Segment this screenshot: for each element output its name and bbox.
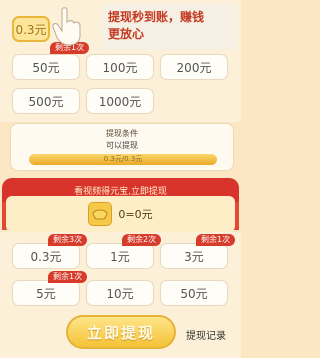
tooltip-line-1: 提现秒到账，赚钱 bbox=[108, 10, 205, 24]
remaining-badge: 剩余3次 bbox=[48, 234, 88, 246]
amount-label: 1元 bbox=[110, 249, 130, 264]
amount-option-3[interactable]: 3元 bbox=[160, 243, 228, 269]
withdraw-record-link[interactable]: 提现记录 bbox=[186, 327, 226, 342]
withdraw-condition-card: 提现条件 可以提现 0.3元/0.3元 bbox=[10, 123, 234, 171]
remaining-badge: 剩余2次 bbox=[122, 234, 162, 246]
amount-label: 100元 bbox=[102, 60, 138, 75]
remaining-badge: 剩余1次 bbox=[48, 271, 88, 283]
ingot-balance-card[interactable]: 0=0元 bbox=[6, 196, 235, 232]
amount-option-0-3-top[interactable]: 0.3元 bbox=[12, 16, 50, 42]
condition-progress-bar: 0.3元/0.3元 bbox=[29, 154, 217, 165]
amount-option-10[interactable]: 10元 bbox=[86, 280, 154, 306]
amount-label: 200元 bbox=[176, 60, 212, 75]
amount-label: 1000元 bbox=[98, 94, 142, 109]
withdraw-tooltip: 提现秒到账，赚钱 更放心 bbox=[102, 4, 238, 50]
withdraw-now-label: 立即提现 bbox=[86, 323, 155, 342]
amount-option-500[interactable]: 500元 bbox=[12, 88, 80, 114]
amount-option-1[interactable]: 1元 bbox=[86, 243, 154, 269]
amount-option-5[interactable]: 5元 bbox=[12, 280, 80, 306]
pointing-hand-icon bbox=[50, 6, 84, 46]
tooltip-line-2: 更放心 bbox=[108, 27, 145, 41]
amount-label: 500元 bbox=[28, 94, 64, 109]
amount-option-1000[interactable]: 1000元 bbox=[86, 88, 154, 114]
condition-status: 可以提现 bbox=[106, 141, 138, 150]
progress-text: 0.3元/0.3元 bbox=[103, 155, 143, 163]
video-reward-title: 看视频得元宝,立即提现 bbox=[74, 186, 167, 197]
gold-ingot-icon bbox=[88, 202, 113, 226]
withdraw-now-button[interactable]: 立即提现 bbox=[66, 315, 176, 349]
amount-option-100[interactable]: 100元 bbox=[86, 54, 154, 80]
amount-label: 3元 bbox=[184, 249, 204, 264]
amount-option-0-3-bottom[interactable]: 0.3元 bbox=[12, 243, 80, 269]
ingot-balance-text: 0=0元 bbox=[118, 208, 153, 221]
amount-label: 0.3元 bbox=[15, 22, 47, 37]
amount-label: 10元 bbox=[106, 286, 134, 301]
amount-option-50[interactable]: 50元 bbox=[12, 54, 80, 80]
amount-label: 5元 bbox=[36, 286, 56, 301]
amount-option-50-bottom[interactable]: 50元 bbox=[160, 280, 228, 306]
remaining-badge: 剩余1次 bbox=[196, 234, 236, 246]
condition-title: 提现条件 bbox=[106, 129, 138, 138]
amount-label: 0.3元 bbox=[30, 249, 62, 264]
amount-label: 50元 bbox=[180, 286, 208, 301]
amount-label: 50元 bbox=[32, 60, 60, 75]
amount-option-200[interactable]: 200元 bbox=[160, 54, 228, 80]
